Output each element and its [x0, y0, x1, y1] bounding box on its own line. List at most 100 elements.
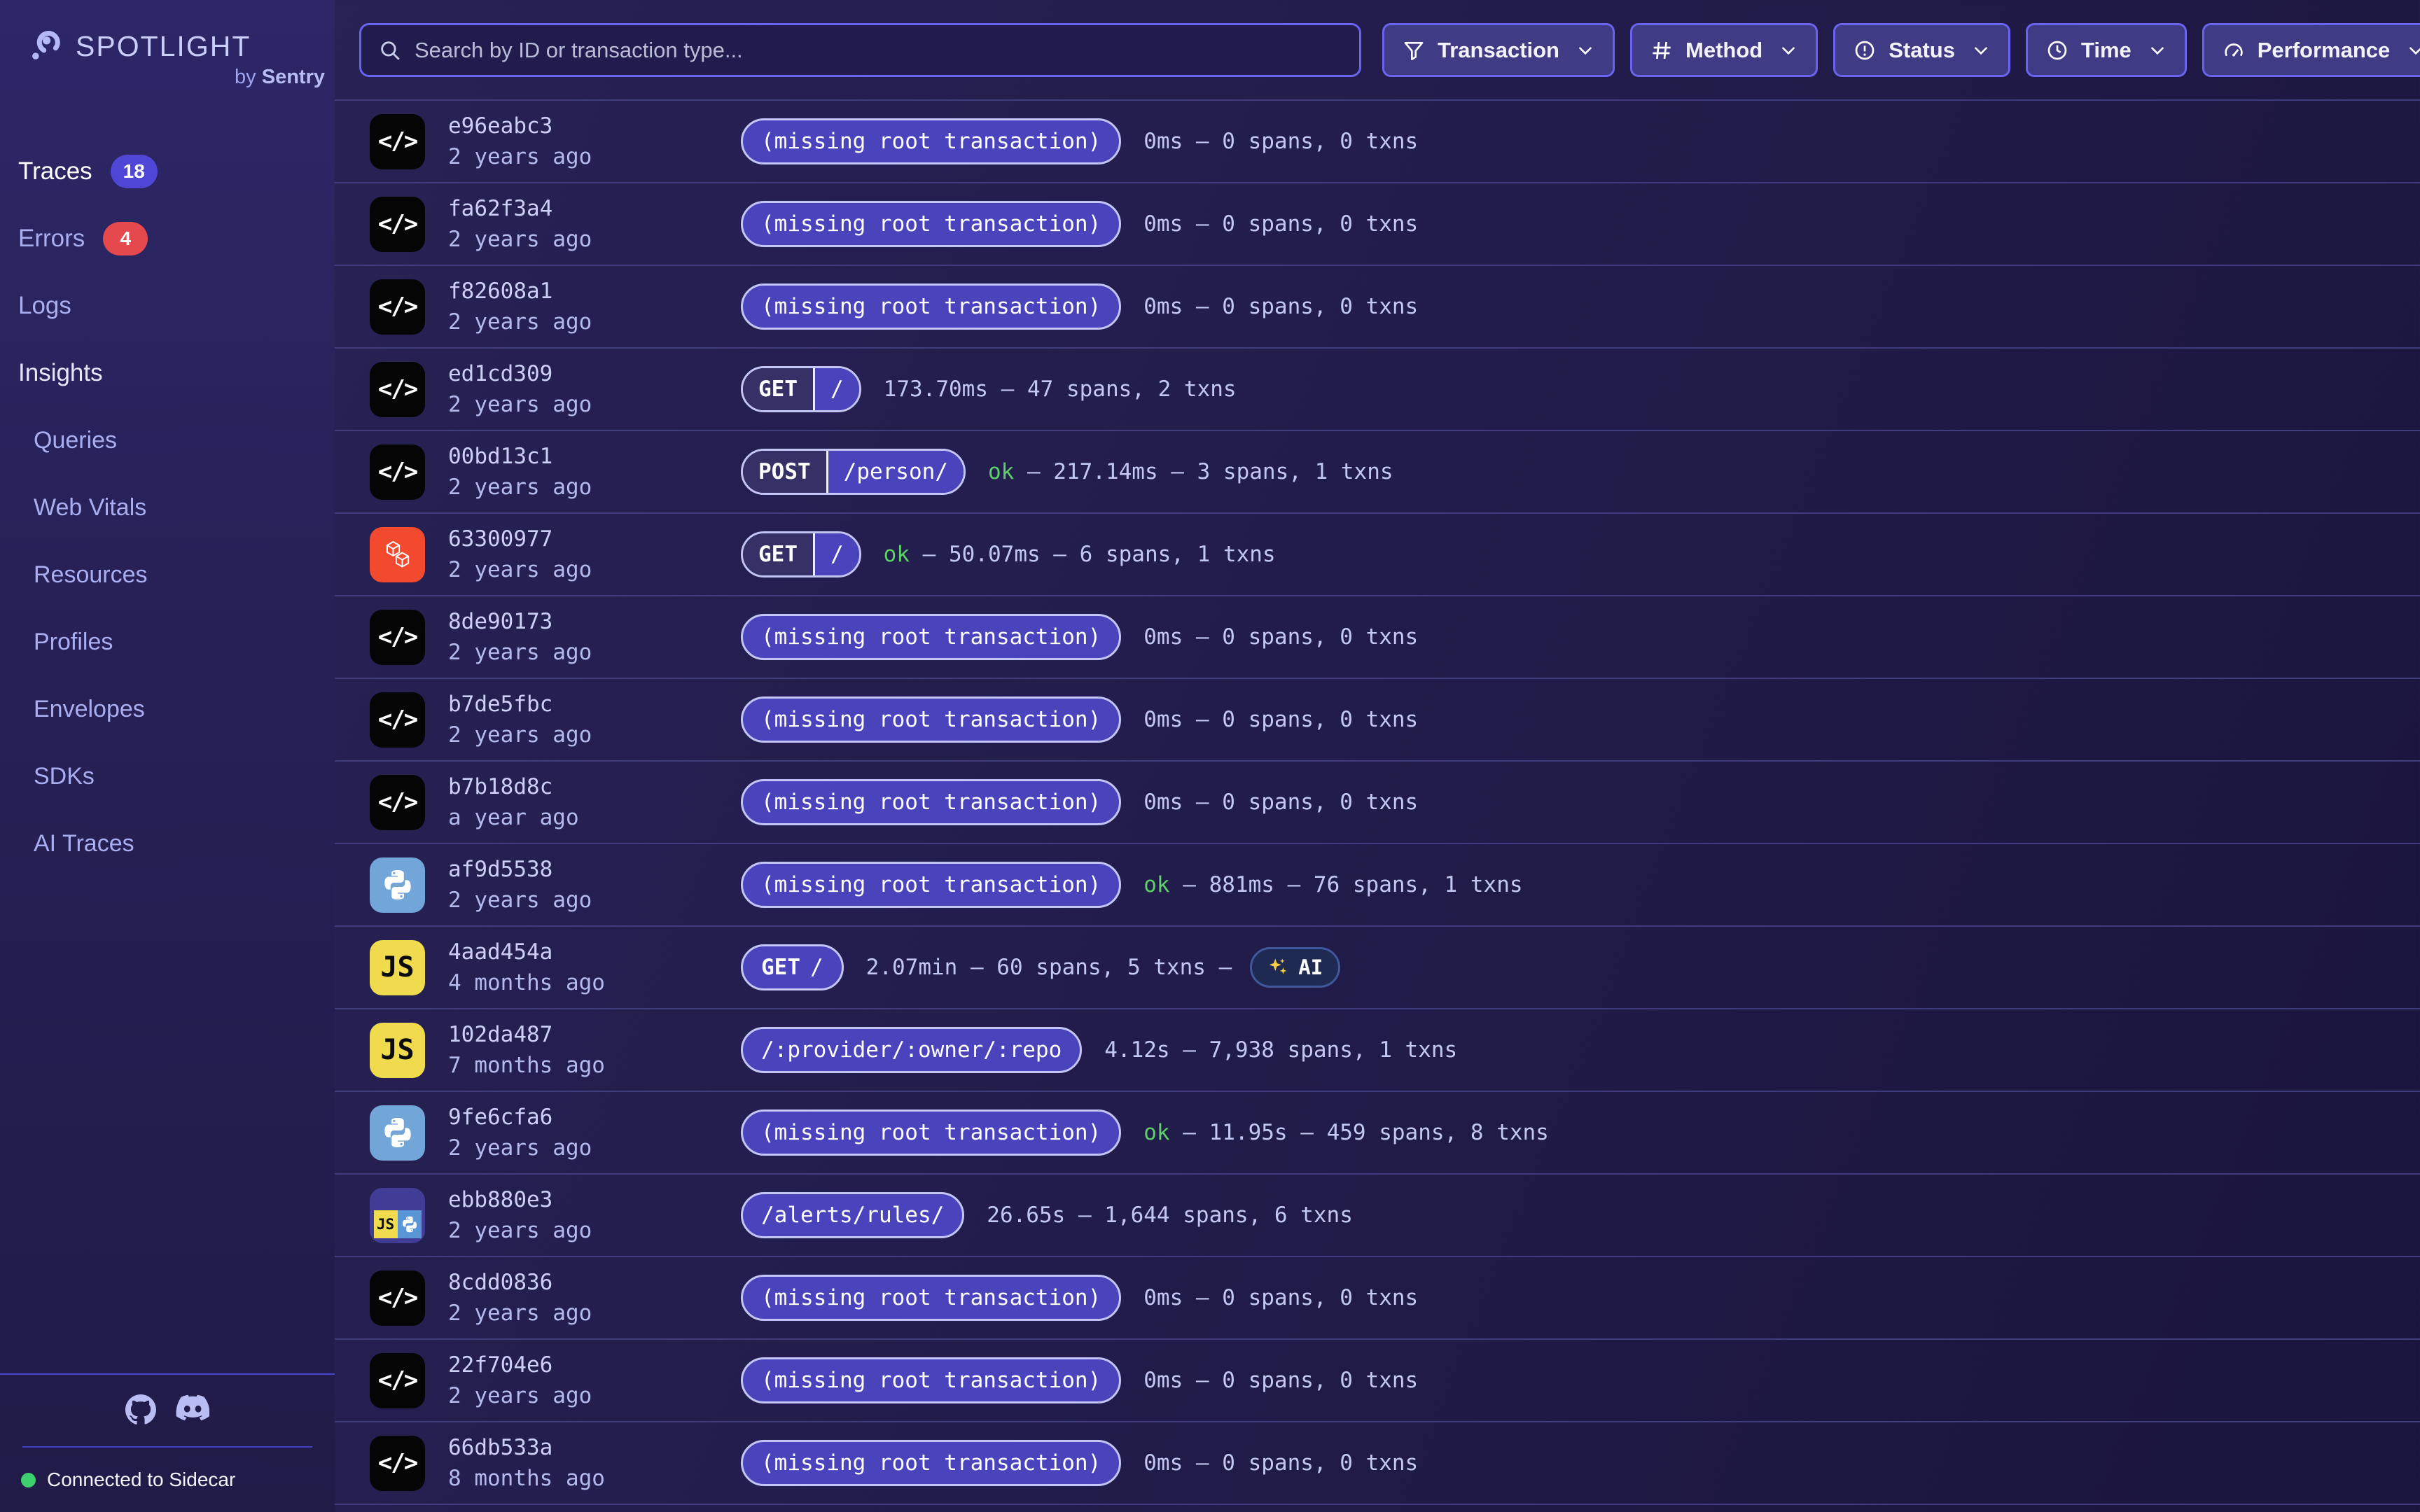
sidebar-item-ai-traces[interactable]: AI Traces	[0, 810, 335, 877]
missing-root-transaction-badge: (missing root transaction)	[741, 1110, 1121, 1156]
trace-row[interactable]: </> b7de5fbc 2 years ago (missing root t…	[335, 679, 2420, 762]
trace-row[interactable]: 63300977 2 years ago GET/ ok — 50.07ms —…	[335, 514, 2420, 596]
trace-row[interactable]: JS ebb880e3 2 years ago /alerts/rules/ 2…	[335, 1175, 2420, 1257]
filter-button-time[interactable]: Time	[2026, 23, 2187, 77]
missing-root-transaction-badge: (missing root transaction)	[741, 118, 1121, 164]
trace-row[interactable]: </> 66db533a 8 months ago (missing root …	[335, 1422, 2420, 1505]
code-icon: </>	[370, 775, 425, 830]
app-logo: SPOTLIGHT by Sentry	[0, 0, 335, 89]
chevron-down-icon	[2148, 41, 2167, 59]
sidebar-item-resources[interactable]: Resources	[0, 541, 335, 608]
trace-age: 4 months ago	[448, 970, 741, 995]
transaction-badge: (missing root transaction)	[741, 696, 1121, 743]
sidebar-item-traces[interactable]: Traces 18	[0, 138, 335, 205]
transaction-badge: (missing root transaction)	[741, 1357, 1121, 1404]
transaction-badge: GET/	[741, 366, 861, 412]
method-path-badge: GET/	[741, 531, 861, 578]
trace-row[interactable]: </> e96eabc3 2 years ago (missing root t…	[335, 101, 2420, 183]
filter-button-status[interactable]: Status	[1833, 23, 2010, 77]
trace-row[interactable]: </> 22f704e6 2 years ago (missing root t…	[335, 1340, 2420, 1422]
trace-row[interactable]: JS 102da487 7 months ago /:provider/:own…	[335, 1009, 2420, 1092]
trace-id: af9d5538	[448, 857, 741, 882]
insights-subnav: QueriesWeb VitalsResources Profiles Envelo…	[0, 407, 335, 877]
trace-age: 2 years ago	[448, 557, 741, 582]
trace-id: 66db533a	[448, 1435, 741, 1460]
footer-divider	[22, 1446, 312, 1448]
trace-age: 2 years ago	[448, 144, 741, 169]
sidebar-item-label: Logs	[18, 292, 71, 320]
missing-root-transaction-badge: (missing root transaction)	[741, 1440, 1121, 1486]
trace-id: 8cdd0836	[448, 1270, 741, 1295]
metrics-text: 217.14ms — 3 spans, 1 txns	[1053, 459, 1393, 484]
javascript-icon: JS	[370, 940, 425, 995]
trace-row[interactable]: </> fa62f3a4 2 years ago (missing root t…	[335, 183, 2420, 266]
trace-age: 2 years ago	[448, 888, 741, 913]
missing-root-transaction-badge: (missing root transaction)	[741, 862, 1121, 908]
metrics-text: 0ms — 0 spans, 0 txns	[1143, 1450, 1418, 1476]
sidebar-item-sdks[interactable]: SDKs	[0, 743, 335, 810]
trace-row[interactable]: </> f82608a1 2 years ago (missing root t…	[335, 266, 2420, 349]
filter-label: Transaction	[1438, 38, 1559, 63]
trace-age: 2 years ago	[448, 722, 741, 748]
sidebar-item-profiles[interactable]: Profiles	[0, 608, 335, 676]
sidebar-item-envelopes[interactable]: Envelopes	[0, 676, 335, 743]
github-icon[interactable]	[125, 1394, 156, 1425]
trace-age: 2 years ago	[448, 640, 741, 665]
metrics-text: 0ms — 0 spans, 0 txns	[1143, 1285, 1418, 1310]
trace-row[interactable]: </> 00bd13c1 2 years ago POST/person/ ok…	[335, 431, 2420, 514]
trace-row[interactable]: </> 8cdd0836 2 years ago (missing root t…	[335, 1257, 2420, 1340]
transaction-badge: (missing root transaction)	[741, 118, 1121, 164]
trace-row[interactable]: </> 8de90173 2 years ago (missing root t…	[335, 596, 2420, 679]
method-path-badge: POST/person/	[741, 449, 966, 495]
sidebar-nav: Traces 18 Errors 4 Logs Insights Queries…	[0, 138, 335, 877]
gauge-icon	[2223, 39, 2245, 62]
code-icon: </>	[370, 197, 425, 252]
sidebar-item-errors[interactable]: Errors 4	[0, 205, 335, 272]
status-ok: ok	[1143, 872, 1169, 897]
metrics-text: 0ms — 0 spans, 0 txns	[1143, 707, 1418, 732]
transaction-badge: (missing root transaction)	[741, 1275, 1121, 1321]
ai-badge[interactable]: AI	[1250, 947, 1340, 988]
sidebar-item-web-vitals[interactable]: Web Vitals	[0, 474, 335, 541]
trace-row[interactable]: </> ed1cd309 2 years ago GET/ 173.70ms —…	[335, 349, 2420, 431]
sidebar-item-label: Profiles	[34, 629, 113, 656]
chevron-down-icon	[1779, 41, 1797, 59]
trace-row[interactable]: </> b7b18d8c a year ago (missing root tr…	[335, 762, 2420, 844]
metrics-text: 0ms — 0 spans, 0 txns	[1143, 294, 1418, 319]
filter-label: Performance	[2258, 38, 2391, 63]
trace-metrics: 0ms — 0 spans, 0 txns	[1143, 129, 1418, 154]
trace-row[interactable]: 9fe6cfa6 2 years ago (missing root trans…	[335, 1092, 2420, 1175]
sidebar-item-queries[interactable]: Queries	[0, 407, 335, 474]
transaction-badge: (missing root transaction)	[741, 1440, 1121, 1486]
code-icon: </>	[370, 1436, 425, 1491]
sidebar-item-label: Insights	[18, 359, 103, 387]
http-method: POST	[743, 451, 826, 493]
trace-age: 2 years ago	[448, 392, 741, 417]
trace-id: 8de90173	[448, 609, 741, 634]
filter-button-transaction[interactable]: Transaction	[1382, 23, 1615, 77]
discord-icon[interactable]	[176, 1394, 209, 1425]
trace-id: e96eabc3	[448, 113, 741, 139]
trace-row[interactable]: JS 4aad454a 4 months ago GET/ 2.07min — …	[335, 927, 2420, 1009]
sidebar-item-label: Errors	[18, 225, 85, 253]
trace-age: 2 years ago	[448, 1383, 741, 1408]
filter-button-method[interactable]: Method	[1630, 23, 1818, 77]
filter-button-performance[interactable]: Performance	[2202, 23, 2420, 77]
search-box[interactable]	[359, 23, 1361, 77]
metrics-text: 26.65s — 1,644 spans, 6 txns	[987, 1203, 1353, 1228]
trace-row[interactable]: af9d5538 2 years ago (missing root trans…	[335, 844, 2420, 927]
metrics-text: 0ms — 0 spans, 0 txns	[1143, 1368, 1418, 1393]
trace-metrics: 173.70ms — 47 spans, 2 txns	[884, 377, 1237, 402]
sidebar-item-logs[interactable]: Logs	[0, 272, 335, 340]
status-ok: ok	[1143, 1120, 1169, 1145]
trace-metrics: 26.65s — 1,644 spans, 6 txns	[987, 1203, 1353, 1228]
code-icon: </>	[370, 279, 425, 335]
sidebar-item-insights[interactable]: Insights	[0, 340, 335, 407]
search-input[interactable]	[415, 38, 1342, 63]
main-content: Transaction Method Status Time Performance <…	[335, 0, 2420, 1512]
trace-age: 2 years ago	[448, 1135, 741, 1161]
trace-metrics: 0ms — 0 spans, 0 txns	[1143, 1368, 1418, 1393]
metrics-text: 0ms — 0 spans, 0 txns	[1143, 129, 1418, 154]
topbar: Transaction Method Status Time Performance	[335, 0, 2420, 99]
python-icon	[370, 1105, 425, 1161]
